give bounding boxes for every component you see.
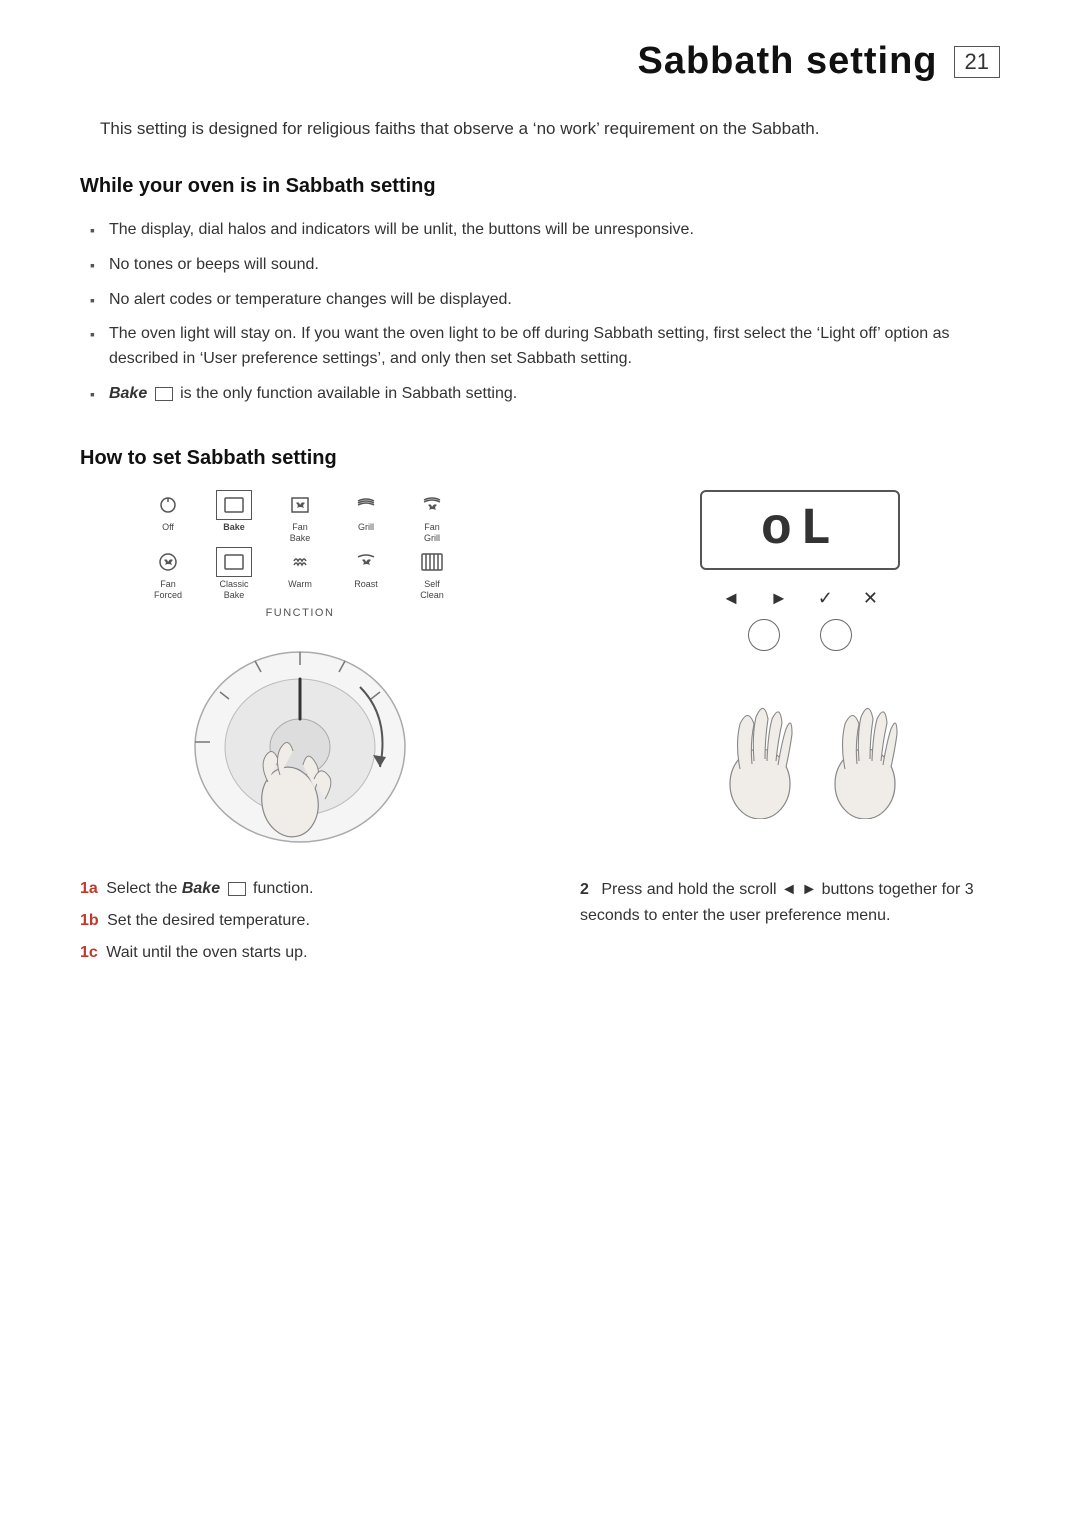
- func-warm: Warm: [276, 547, 324, 601]
- confirm-btn: ✓: [818, 588, 833, 609]
- func-roast: Roast: [342, 547, 390, 601]
- fan-grill-label: FanGrill: [424, 522, 440, 544]
- left-dial: [748, 619, 780, 651]
- step-2-num: 2: [580, 881, 589, 898]
- step-1a: 1a Select the Bake function.: [80, 877, 510, 901]
- warm-icon: [282, 547, 318, 577]
- how-to-section: How to set Sabbath setting O: [80, 447, 1000, 973]
- dial-illustration: [160, 627, 440, 847]
- intro-text: This setting is designed for religious f…: [100, 119, 1000, 139]
- oven-display: oL: [700, 490, 900, 570]
- step-1b-num: 1b: [80, 912, 99, 929]
- classic-bake-label: ClassicBake: [219, 579, 248, 601]
- step-1c-num: 1c: [80, 944, 98, 961]
- step-1c: 1c Wait until the oven starts up.: [80, 941, 510, 965]
- grill-icon: [348, 490, 384, 520]
- fan-bake-icon: [282, 490, 318, 520]
- cancel-btn: ✕: [863, 588, 878, 609]
- page-header: Sabbath setting 21: [80, 40, 1000, 83]
- func-fan-forced: FanForced: [144, 547, 192, 601]
- classic-bake-icon: [216, 547, 252, 577]
- display-text: oL: [761, 500, 839, 559]
- bullet-list: The display, dial halos and indicators w…: [80, 218, 1000, 407]
- fingers-illustration: [670, 659, 930, 819]
- func-classic-bake: ClassicBake: [210, 547, 258, 601]
- left-diagram: Off Bake: [80, 490, 520, 847]
- list-item-bake: Bake is the only function available in S…: [90, 382, 1000, 407]
- bake-icon: [155, 387, 173, 401]
- right-dial: [820, 619, 852, 651]
- left-arrow-icon: ◄: [722, 588, 740, 609]
- section2-title: How to set Sabbath setting: [80, 447, 1000, 470]
- roast-icon: [348, 547, 384, 577]
- fan-forced-label: FanForced: [154, 579, 182, 601]
- check-icon: ✓: [818, 588, 833, 609]
- function-grid: Off Bake: [144, 490, 456, 601]
- steps-left: 1a Select the Bake function. 1b Set the …: [80, 877, 510, 973]
- steps-row: 1a Select the Bake function. 1b Set the …: [80, 877, 1000, 973]
- roast-label: Roast: [354, 579, 378, 590]
- grill-label: Grill: [358, 522, 374, 533]
- dial-buttons-row: [748, 619, 852, 651]
- step-1a-num: 1a: [80, 880, 98, 897]
- step-1a-bake-text: Bake: [182, 880, 220, 897]
- step-1a-bake-icon: [228, 882, 246, 896]
- func-self-clean: SelfClean: [408, 547, 456, 601]
- func-grill: Grill: [342, 490, 390, 544]
- off-icon: [150, 490, 186, 520]
- list-item: The oven light will stay on. If you want…: [90, 322, 1000, 372]
- diagrams-row: Off Bake: [80, 490, 1000, 847]
- fan-grill-icon: [414, 490, 450, 520]
- warm-label: Warm: [288, 579, 312, 590]
- func-fan-bake: FanBake: [276, 490, 324, 544]
- bake-func-icon: [216, 490, 252, 520]
- list-item: The display, dial halos and indicators w…: [90, 218, 1000, 243]
- function-row-2: FanForced ClassicBake: [144, 547, 456, 601]
- page-number: 21: [954, 46, 1000, 78]
- off-label: Off: [162, 522, 174, 533]
- function-row-1: Off Bake: [144, 490, 456, 544]
- list-item: No tones or beeps will sound.: [90, 253, 1000, 278]
- right-diagram: oL ◄ ► ✓ ✕: [600, 490, 1000, 819]
- scroll-left-btn: ◄: [722, 588, 740, 609]
- scroll-right-btn: ►: [770, 588, 788, 609]
- steps-right: 2 Press and hold the scroll ◄ ► buttons …: [580, 877, 1000, 928]
- func-bake: Bake: [210, 490, 258, 544]
- page-title: Sabbath setting: [637, 40, 937, 83]
- func-fan-grill: FanGrill: [408, 490, 456, 544]
- self-clean-label: SelfClean: [420, 579, 444, 601]
- bake-label: Bake: [223, 522, 245, 533]
- step-1b: 1b Set the desired temperature.: [80, 909, 510, 933]
- function-label: FUNCTION: [266, 607, 335, 619]
- self-clean-icon: [414, 547, 450, 577]
- fan-bake-label: FanBake: [290, 522, 311, 544]
- fan-forced-icon: [150, 547, 186, 577]
- section1-title: While your oven is in Sabbath setting: [80, 175, 1000, 198]
- x-icon: ✕: [863, 588, 878, 609]
- list-item: No alert codes or temperature changes wi…: [90, 288, 1000, 313]
- right-arrow-icon: ►: [770, 588, 788, 609]
- func-off: Off: [144, 490, 192, 544]
- step-2-text: 2 Press and hold the scroll ◄ ► buttons …: [580, 877, 1000, 928]
